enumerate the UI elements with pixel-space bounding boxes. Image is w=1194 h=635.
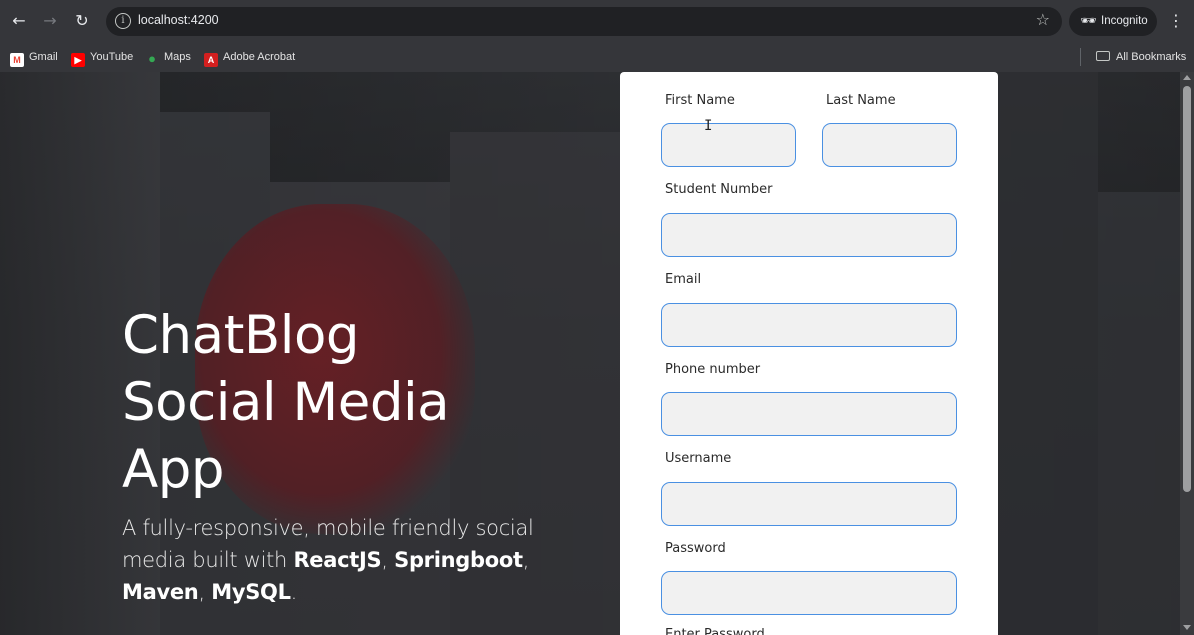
username-label: Username <box>665 451 732 466</box>
scroll-up-arrow-icon[interactable] <box>1183 75 1191 80</box>
email-input[interactable] <box>661 303 957 347</box>
gmail-icon: M <box>10 53 24 67</box>
incognito-icon: 🕶 <box>1080 13 1097 28</box>
browser-menu-icon[interactable]: ⋮ <box>1166 9 1186 33</box>
bookmark-label: Maps <box>164 51 191 63</box>
maps-icon: ● <box>148 51 156 66</box>
password-input[interactable] <box>661 571 957 615</box>
bookmark-gmail[interactable]: M Gmail <box>10 47 58 67</box>
adobe-acrobat-icon: A <box>204 53 218 67</box>
incognito-label: Incognito <box>1101 15 1148 27</box>
separator: , <box>198 580 212 604</box>
page-scrollbar[interactable] <box>1180 72 1194 635</box>
phone-number-input[interactable] <box>661 392 957 436</box>
confirm-password-label: Enter Password <box>665 627 765 635</box>
bookmark-youtube[interactable]: ▶ YouTube <box>71 47 133 67</box>
first-name-label: First Name <box>665 93 735 108</box>
separator: , <box>381 548 395 572</box>
tech-reactjs: ReactJS <box>293 548 382 572</box>
youtube-icon: ▶ <box>71 53 85 67</box>
site-info-icon[interactable]: i <box>115 13 131 29</box>
all-bookmarks-label: All Bookmarks <box>1116 51 1187 63</box>
bookmark-label: Adobe Acrobat <box>223 51 296 63</box>
reload-icon[interactable]: ↻ <box>70 9 94 33</box>
url-text[interactable]: localhost:4200 <box>138 13 219 27</box>
bookmark-label: Gmail <box>29 51 58 63</box>
forward-icon[interactable]: → <box>38 9 62 33</box>
student-number-label: Student Number <box>665 182 773 197</box>
last-name-input[interactable] <box>822 123 957 167</box>
bookmarks-divider <box>1080 48 1081 66</box>
bookmark-label: YouTube <box>90 51 134 63</box>
period: . <box>290 580 298 604</box>
phone-number-label: Phone number <box>665 362 761 377</box>
browser-chrome: ← → ↻ i localhost:4200 ☆ 🕶 Incognito ⋮ M… <box>0 0 1194 72</box>
first-name-input[interactable] <box>661 123 796 167</box>
email-label: Email <box>665 272 702 287</box>
address-bar[interactable]: i localhost:4200 ☆ <box>106 7 1062 36</box>
bookmark-star-icon[interactable]: ☆ <box>1036 10 1050 29</box>
folder-icon <box>1096 51 1110 61</box>
bookmarks-bar: M Gmail ▶ YouTube ● Maps A Adobe Acrobat All… <box>0 42 1194 72</box>
tech-mysql: MySQL <box>211 580 291 604</box>
building-shape <box>1098 192 1180 635</box>
scroll-thumb[interactable] <box>1183 86 1191 492</box>
tech-maven: Maven <box>122 580 199 604</box>
username-input[interactable] <box>661 482 957 526</box>
tech-springboot: Springboot <box>394 548 523 572</box>
bookmark-adobe-acrobat[interactable]: A Adobe Acrobat <box>204 47 295 67</box>
browser-toolbar: ← → ↻ i localhost:4200 ☆ 🕶 Incognito ⋮ <box>0 0 1194 42</box>
student-number-input[interactable] <box>661 213 957 257</box>
hero-title: ChatBlog Social Media App <box>122 302 542 503</box>
scroll-down-arrow-icon[interactable] <box>1183 625 1191 630</box>
password-label: Password <box>665 541 726 556</box>
incognito-button[interactable]: 🕶 Incognito <box>1069 7 1157 36</box>
building-shape <box>998 72 1098 635</box>
hero-title-line: App <box>122 439 225 500</box>
hero-subtitle: A fully-responsive, mobile friendly soci… <box>122 512 552 608</box>
all-bookmarks-button[interactable]: All Bookmarks <box>1096 47 1186 67</box>
separator: , <box>522 548 530 572</box>
text-cursor-icon: I <box>704 118 713 134</box>
hero-title-line: Social Media <box>122 372 450 433</box>
hero-title-line: ChatBlog <box>122 305 360 366</box>
page-viewport: ChatBlog Social Media App A fully-respon… <box>0 72 1194 635</box>
back-icon[interactable]: ← <box>7 9 31 33</box>
bookmark-maps[interactable]: ● Maps <box>145 47 191 67</box>
last-name-label: Last Name <box>826 93 896 108</box>
